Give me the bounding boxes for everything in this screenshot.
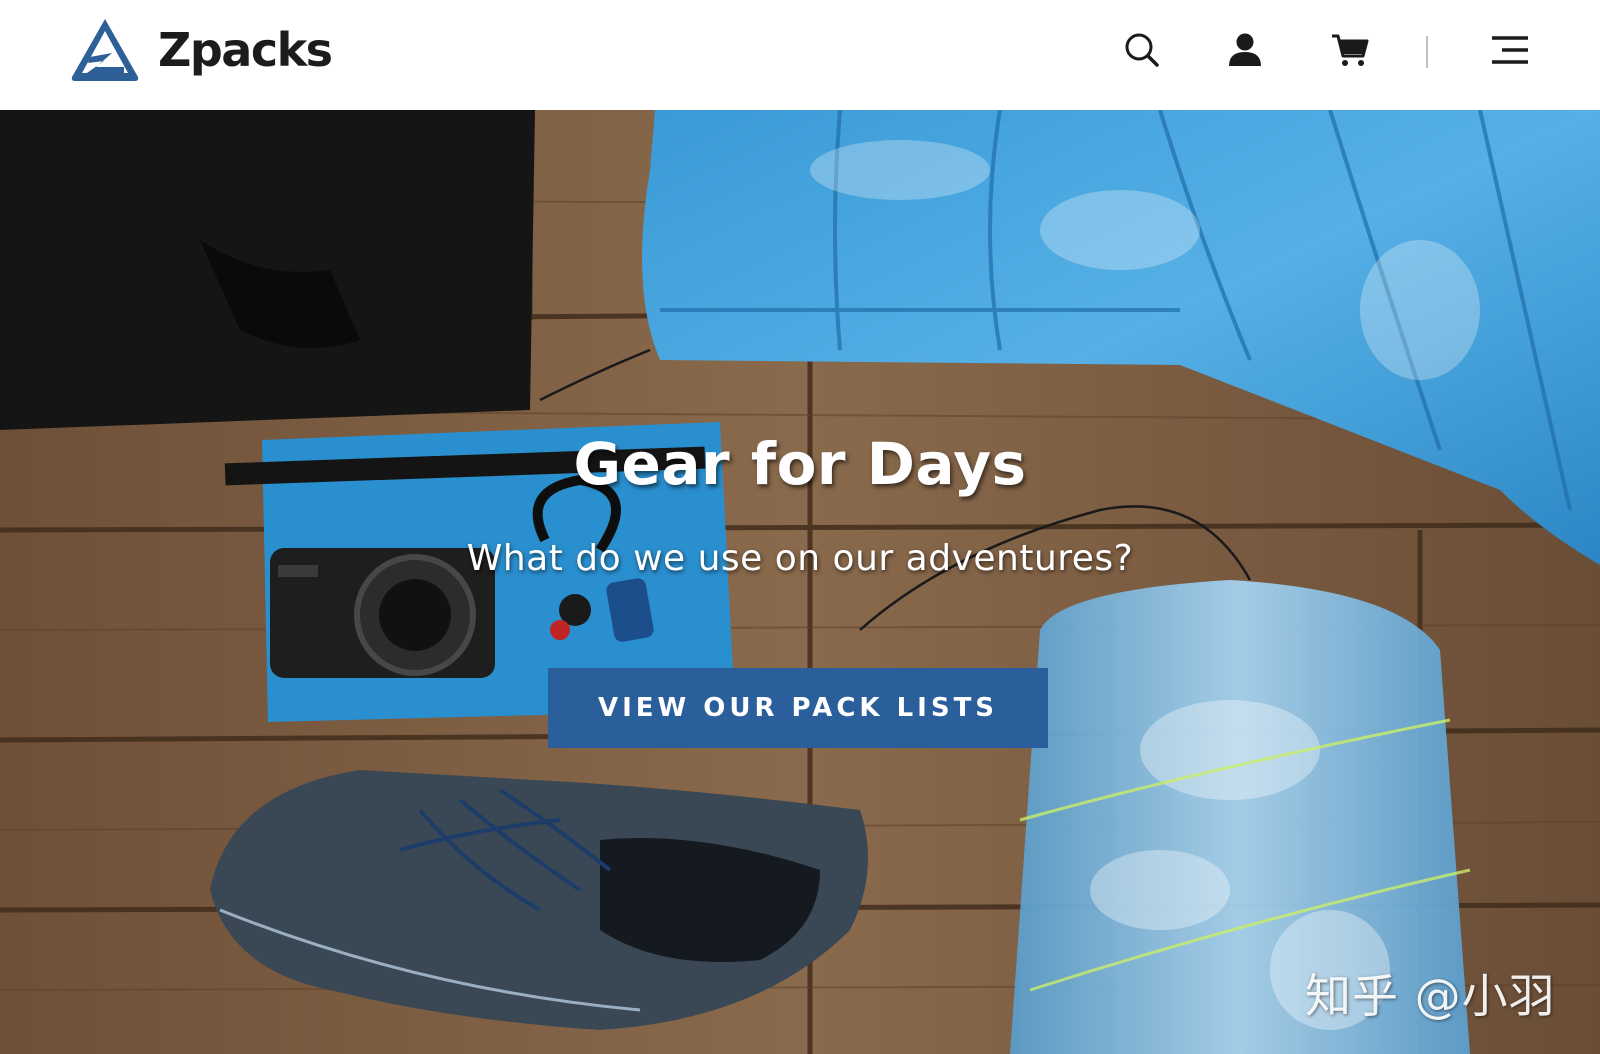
- cart-button[interactable]: [1330, 30, 1370, 70]
- account-button[interactable]: [1225, 30, 1265, 70]
- brand-name: Zpacks: [158, 23, 333, 77]
- hero-subtitle: What do we use on our adventures?: [466, 538, 1134, 579]
- menu-icon: [1492, 36, 1528, 64]
- menu-button[interactable]: [1490, 30, 1530, 70]
- account-icon: [1229, 33, 1261, 66]
- search-icon: [1125, 33, 1159, 67]
- hero-banner: Gear for Days What do we use on our adve…: [0, 110, 1600, 1054]
- view-pack-lists-button[interactable]: VIEW OUR PACK LISTS: [548, 668, 1048, 748]
- watermark-text: 知乎 @小羽: [1305, 969, 1556, 1023]
- header-divider: [1426, 36, 1428, 68]
- cart-icon: [1332, 34, 1369, 66]
- logo-link[interactable]: Zpacks: [0, 0, 333, 110]
- site-header: Zpacks: [0, 0, 1600, 110]
- hero-title: Gear for Days: [573, 430, 1027, 498]
- search-button[interactable]: [1122, 30, 1162, 70]
- zpacks-logo-icon: [71, 19, 139, 81]
- hero-background-image: [0, 110, 1600, 1054]
